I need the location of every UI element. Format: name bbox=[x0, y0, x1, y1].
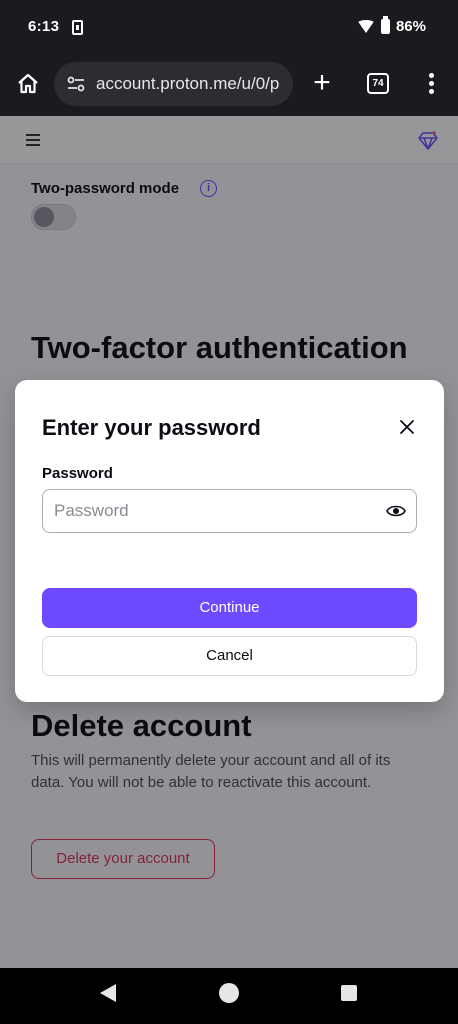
home-icon bbox=[18, 73, 38, 94]
continue-button[interactable]: Continue bbox=[42, 588, 417, 628]
home-circle-icon[interactable] bbox=[219, 983, 239, 1003]
password-field[interactable] bbox=[42, 489, 417, 533]
wifi-icon bbox=[356, 20, 375, 33]
status-right: 86% bbox=[356, 16, 426, 35]
password-input[interactable] bbox=[43, 490, 373, 532]
browser-toolbar: account.proton.me/u/0/p + 74 bbox=[0, 56, 458, 116]
show-password-eye-icon[interactable] bbox=[386, 502, 406, 520]
address-bar[interactable]: account.proton.me/u/0/p bbox=[54, 62, 293, 106]
status-bar: 6:13 86% bbox=[0, 0, 458, 56]
cancel-button[interactable]: Cancel bbox=[42, 636, 417, 676]
home-button[interactable] bbox=[12, 68, 44, 100]
status-time: 6:13 bbox=[28, 18, 60, 35]
tab-switcher-button[interactable]: 74 bbox=[367, 73, 389, 94]
system-nav-bar bbox=[0, 968, 458, 1024]
notification-icon bbox=[72, 20, 83, 35]
url-text: account.proton.me/u/0/p bbox=[96, 74, 280, 93]
modal-title: Enter your password bbox=[42, 415, 261, 440]
new-tab-button[interactable]: + bbox=[306, 68, 338, 100]
password-modal: Enter your password Password Continue Ca… bbox=[15, 380, 444, 702]
back-icon[interactable] bbox=[100, 984, 116, 1002]
battery-icon bbox=[380, 16, 390, 34]
close-icon[interactable] bbox=[397, 417, 417, 437]
password-label: Password bbox=[42, 465, 113, 482]
battery-percent: 86% bbox=[395, 18, 426, 35]
recents-icon[interactable] bbox=[341, 985, 357, 1001]
site-settings-icon[interactable] bbox=[64, 72, 88, 96]
browser-menu-icon[interactable] bbox=[419, 70, 443, 98]
